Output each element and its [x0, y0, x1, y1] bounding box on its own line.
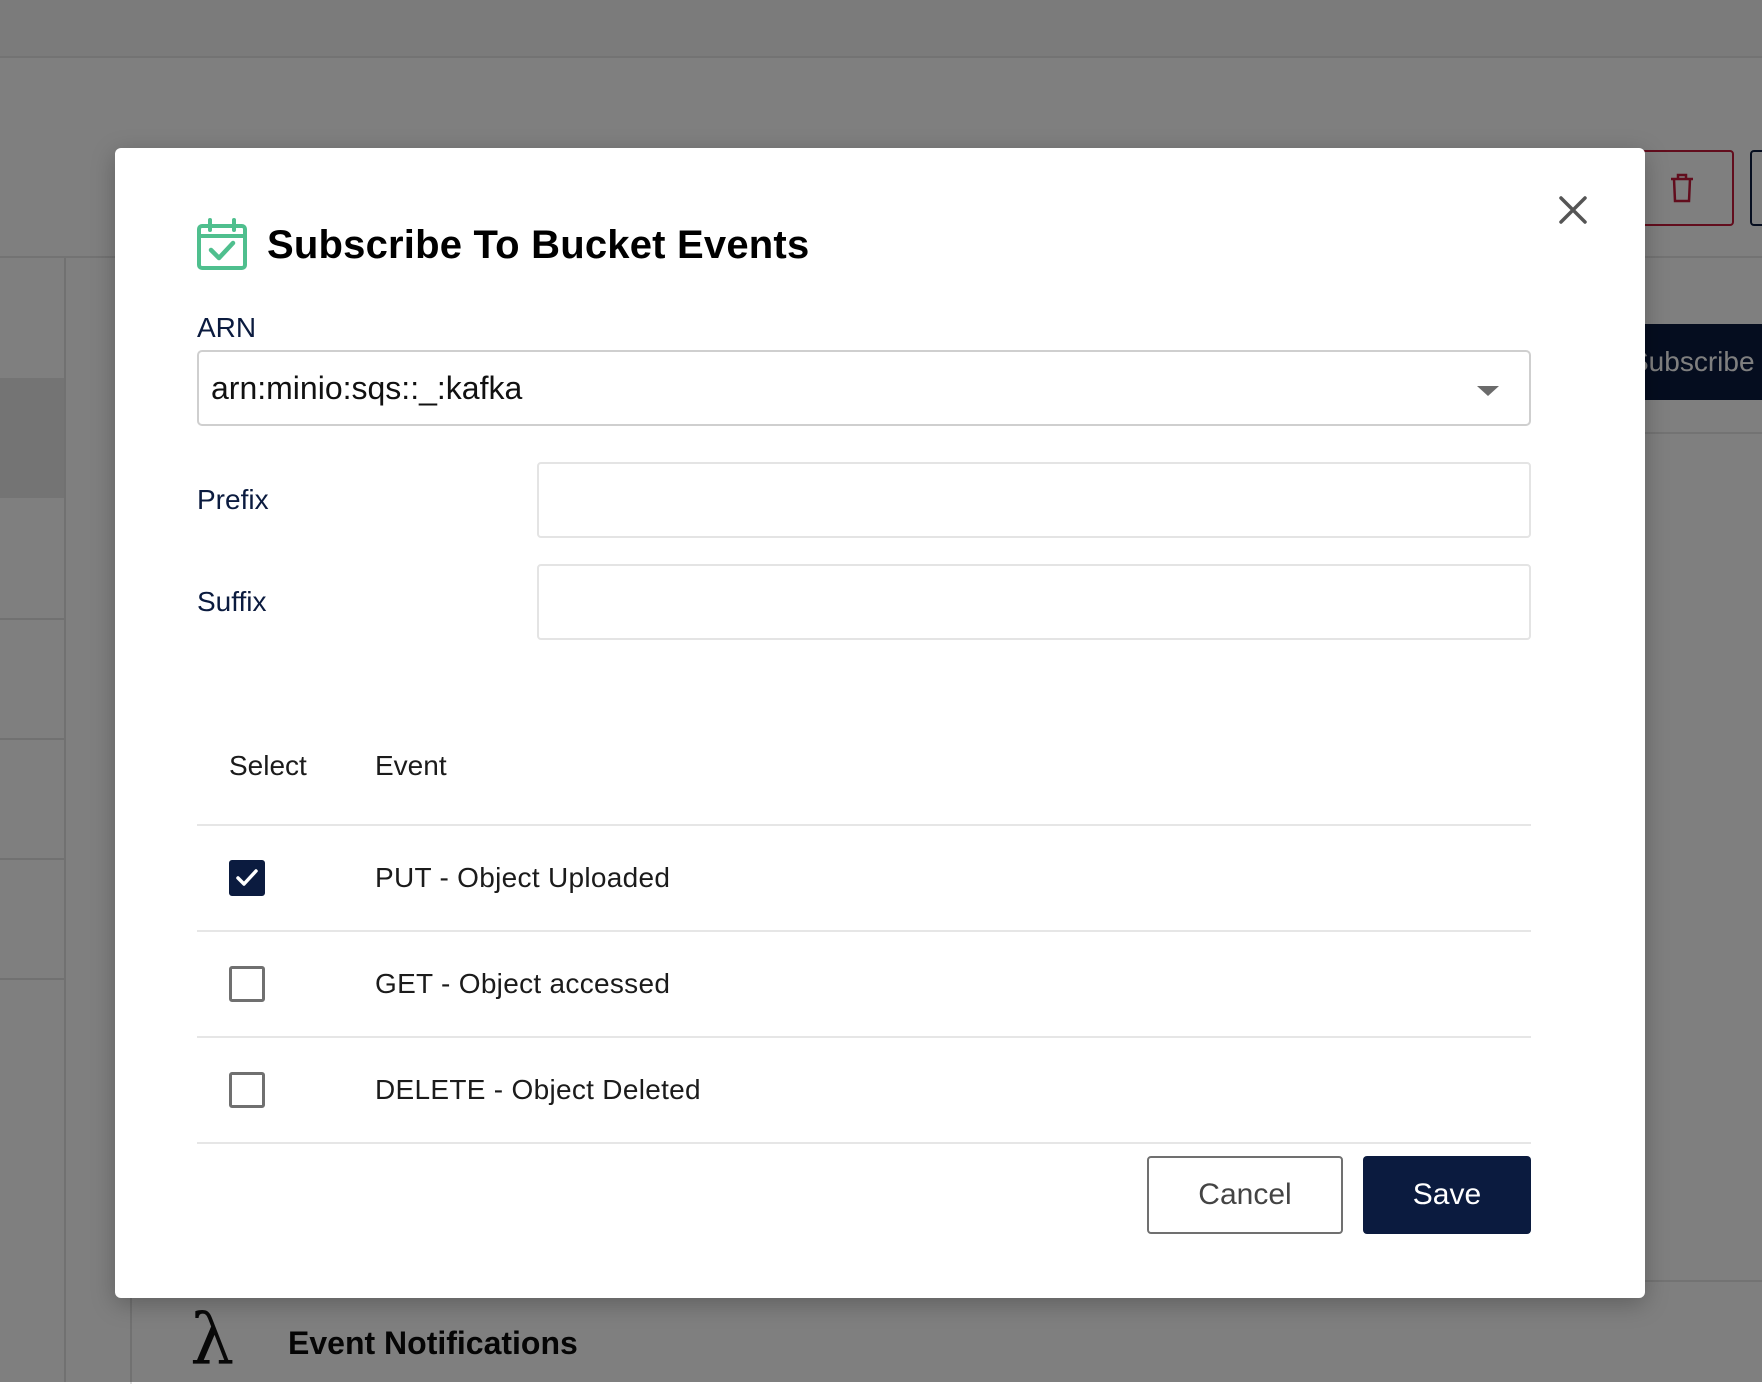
table-row[interactable]: DELETE - Object Deleted	[197, 1038, 1531, 1144]
arn-label: ARN	[197, 312, 257, 343]
checkmark-icon	[236, 869, 258, 886]
close-icon	[1559, 196, 1587, 224]
arn-selected-value: arn:minio:sqs::_:kafka	[211, 369, 523, 406]
modal-title: Subscribe To Bucket Events	[267, 222, 810, 267]
subscribe-events-modal: Subscribe To Bucket Events ARN arn:minio…	[115, 148, 1645, 1298]
prefix-input[interactable]	[537, 462, 1531, 538]
table-row[interactable]: GET - Object accessed	[197, 932, 1531, 1038]
table-header: Select Event	[197, 704, 1531, 826]
close-button[interactable]	[1551, 188, 1595, 232]
event-name: GET - Object accessed	[375, 968, 671, 999]
table-row[interactable]: PUT - Object Uploaded	[197, 826, 1531, 932]
event-name: PUT - Object Uploaded	[375, 862, 671, 893]
cancel-button[interactable]: Cancel	[1147, 1156, 1343, 1234]
prefix-label: Prefix	[197, 484, 269, 515]
suffix-input[interactable]	[537, 564, 1531, 640]
modal-header: Subscribe To Bucket Events	[195, 218, 809, 272]
events-table: Select Event PUT - Object Uploaded GET -…	[197, 704, 1531, 1144]
event-checkbox[interactable]	[229, 1072, 265, 1108]
chevron-down-icon	[1477, 386, 1499, 396]
event-checkbox[interactable]	[229, 860, 265, 896]
calendar-check-icon	[197, 218, 247, 270]
column-header-event: Event	[375, 750, 447, 781]
arn-select[interactable]: arn:minio:sqs::_:kafka	[197, 350, 1531, 426]
column-header-select: Select	[229, 750, 307, 781]
event-name: DELETE - Object Deleted	[375, 1074, 701, 1105]
suffix-label: Suffix	[197, 586, 267, 617]
save-button[interactable]: Save	[1363, 1156, 1531, 1234]
event-checkbox[interactable]	[229, 966, 265, 1002]
